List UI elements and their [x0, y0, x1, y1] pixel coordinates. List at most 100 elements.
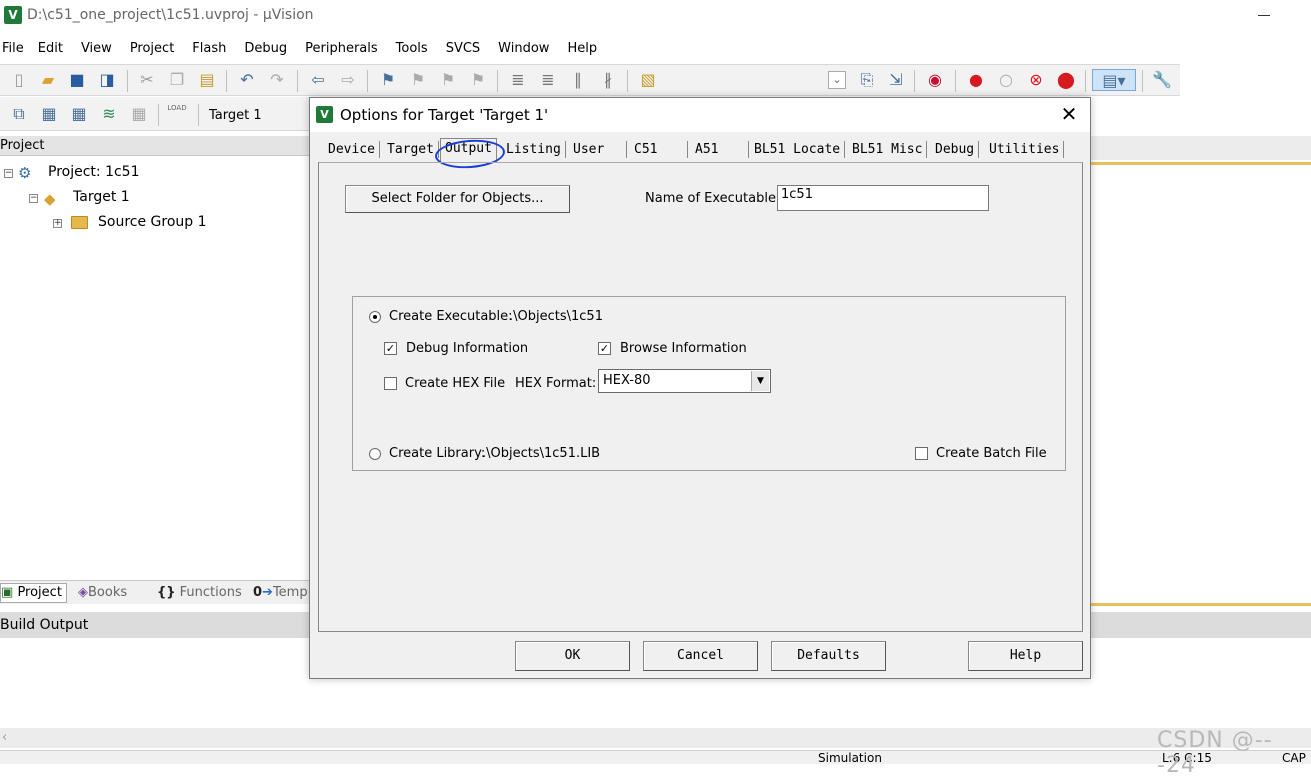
uncomment-icon[interactable]: ∦: [597, 69, 619, 91]
save-all-icon[interactable]: ◨: [96, 69, 118, 91]
functions-icon: {}: [157, 585, 176, 600]
open-folder-icon[interactable]: ▰: [37, 69, 59, 91]
configure-wrench-icon[interactable]: 🔧: [1151, 69, 1173, 91]
tab-target[interactable]: Target: [383, 141, 439, 158]
find-icon[interactable]: ⎘: [856, 69, 878, 91]
expand-group-icon[interactable]: +: [53, 219, 62, 228]
indent-icon[interactable]: ≣: [507, 69, 529, 91]
target-select[interactable]: Target 1: [209, 108, 262, 123]
scroll-left-icon[interactable]: ‹: [2, 730, 7, 745]
select-folder-button[interactable]: Select Folder for Objects...: [345, 185, 570, 213]
browse-information-checkbox[interactable]: ✓: [598, 342, 611, 355]
name-of-executable-input[interactable]: 1c51: [777, 185, 989, 211]
new-file-icon[interactable]: ▯: [8, 69, 30, 91]
kill-breakpoints-icon[interactable]: ⬤: [1055, 69, 1077, 91]
menu-window[interactable]: Window: [494, 38, 555, 60]
tab-bl51-misc[interactable]: BL51 Misc: [848, 141, 928, 158]
hex-format-select[interactable]: HEX-80 ▼: [598, 369, 771, 393]
books-icon: ◈: [78, 585, 88, 600]
find-in-files-icon[interactable]: ▧: [637, 69, 659, 91]
debug-session-icon[interactable]: ◉: [924, 69, 946, 91]
cancel-button[interactable]: Cancel: [643, 641, 758, 671]
main-toolbar: ▯ ▰ ■ ◨ ✂ ❐ ▤ ↶ ↷ ⇦ ⇨ ⚑ ⚑ ⚑ ⚑ ≣ ≣ ∥ ∦ ▧ …: [0, 64, 1180, 96]
tab-functions[interactable]: {} Functions: [157, 584, 242, 602]
menu-tools[interactable]: Tools: [392, 38, 434, 60]
toolbar-separator: [297, 70, 298, 92]
title-bar: V D:\c51_one_project\1c51.uvproj - μVisi…: [0, 0, 1311, 32]
tab-listing[interactable]: Listing: [502, 141, 566, 158]
collapse-project-icon[interactable]: −: [4, 169, 13, 178]
menu-edit[interactable]: Edit: [34, 38, 69, 60]
menu-view[interactable]: View: [77, 38, 118, 60]
tree-item-source-group[interactable]: Source Group 1: [98, 214, 207, 230]
create-library-label: Create Library:: [389, 446, 486, 461]
prev-bookmark-icon[interactable]: ⚑: [407, 69, 429, 91]
help-button[interactable]: Help: [968, 641, 1083, 671]
window-layout-icon[interactable]: ▤▾: [1092, 69, 1136, 91]
tab-c51[interactable]: C51: [630, 141, 688, 158]
toolbar-separator: [914, 70, 915, 92]
tree-item-project[interactable]: Project: 1c51: [48, 164, 140, 180]
minimize-button[interactable]: [1250, 0, 1280, 30]
create-library-radio[interactable]: [369, 448, 381, 460]
collapse-target-icon[interactable]: −: [29, 194, 38, 203]
enable-breakpoint-icon[interactable]: ○: [995, 69, 1017, 91]
menu-help[interactable]: Help: [563, 38, 603, 60]
build-icon[interactable]: ▦: [38, 103, 60, 125]
paste-icon[interactable]: ▤: [196, 69, 218, 91]
menu-flash[interactable]: Flash: [188, 38, 232, 60]
tab-bl51-locate[interactable]: BL51 Locate: [750, 141, 846, 158]
comment-icon[interactable]: ∥: [567, 69, 589, 91]
project-pane-header: Project: [0, 136, 310, 156]
cut-icon[interactable]: ✂: [136, 69, 158, 91]
incremental-find-icon[interactable]: ⇲: [885, 69, 907, 91]
unindent-icon[interactable]: ≣: [537, 69, 559, 91]
toolbar-separator: [158, 104, 159, 126]
create-batch-file-checkbox[interactable]: [915, 447, 928, 460]
tab-books[interactable]: ◈Books: [78, 584, 127, 602]
clear-bookmarks-icon[interactable]: ⚑: [467, 69, 489, 91]
save-icon[interactable]: ■: [66, 69, 88, 91]
tab-a51[interactable]: A51: [691, 141, 749, 158]
menu-debug[interactable]: Debug: [240, 38, 293, 60]
tab-debug[interactable]: Debug: [931, 141, 980, 158]
defaults-button[interactable]: Defaults: [771, 641, 886, 671]
bookmark-icon[interactable]: ⚑: [377, 69, 399, 91]
rebuild-icon[interactable]: ▦: [68, 103, 90, 125]
navigate-forward-icon[interactable]: ⇨: [337, 69, 359, 91]
navigate-back-icon[interactable]: ⇦: [307, 69, 329, 91]
tree-item-target[interactable]: Target 1: [73, 189, 130, 205]
menu-peripherals[interactable]: Peripherals: [301, 38, 384, 60]
redo-icon[interactable]: ↷: [266, 69, 288, 91]
menu-project[interactable]: Project: [126, 38, 180, 60]
menu-svcs[interactable]: SVCS: [442, 38, 486, 60]
tab-device[interactable]: Device: [324, 141, 380, 158]
options-for-target-dialog: V Options for Target 'Target 1' ✕ Device…: [309, 97, 1091, 679]
undo-icon[interactable]: ↶: [236, 69, 258, 91]
horizontal-scrollbar[interactable]: ‹: [0, 728, 1311, 748]
tab-utilities[interactable]: Utilities: [985, 141, 1065, 158]
ok-button[interactable]: OK: [515, 641, 630, 671]
copy-icon[interactable]: ❐: [166, 69, 188, 91]
insert-breakpoint-icon[interactable]: ●: [965, 69, 987, 91]
create-hex-file-checkbox[interactable]: [384, 377, 397, 390]
tab-project[interactable]: ▣ Project: [0, 583, 67, 603]
templates-icon: 0: [253, 585, 263, 600]
create-executable-radio[interactable]: [369, 311, 381, 323]
batch-build-icon[interactable]: ≋: [98, 103, 120, 125]
close-icon[interactable]: ✕: [1058, 104, 1080, 126]
chevron-down-icon[interactable]: ▼: [751, 371, 769, 391]
tab-templates[interactable]: 0➔Temp: [253, 584, 308, 602]
menu-bar: File Edit View Project Flash Debug Perip…: [0, 38, 1311, 60]
translate-icon[interactable]: ⧉: [8, 103, 30, 125]
menu-file[interactable]: File: [0, 38, 30, 60]
stop-build-icon[interactable]: ▦: [128, 103, 150, 125]
tab-user[interactable]: User: [569, 141, 627, 158]
load-download-icon[interactable]: LOAD: [166, 103, 188, 125]
dropdown-arrow-icon[interactable]: ⌄: [828, 71, 846, 89]
next-bookmark-icon[interactable]: ⚑: [437, 69, 459, 91]
build-toolbar: ⧉ ▦ ▦ ≋ ▦ LOAD: [0, 97, 310, 131]
output-tab-panel: Select Folder for Objects... Name of Exe…: [318, 162, 1083, 632]
debug-information-checkbox[interactable]: ✓: [384, 342, 397, 355]
disable-breakpoints-icon[interactable]: ⊗: [1025, 69, 1047, 91]
